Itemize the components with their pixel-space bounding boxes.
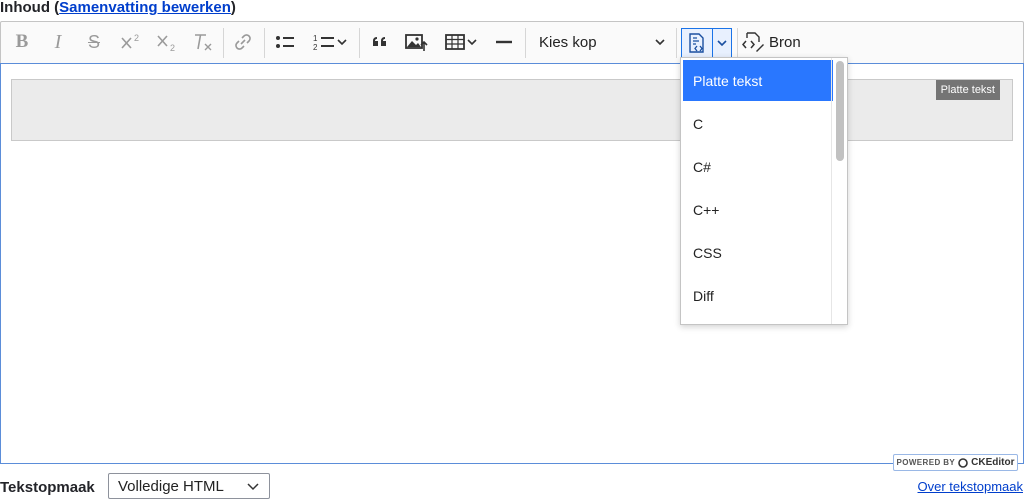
chevron-down-icon [717, 40, 727, 47]
toolbar-separator [223, 28, 224, 58]
editor-toolbar: B I S 2 2 1 2 Kies kop Bron [0, 21, 1024, 63]
superscript-button[interactable]: 2 [117, 27, 145, 57]
bold-icon: B [15, 31, 29, 52]
toolbar-separator [676, 28, 677, 58]
horizontal-line-icon [496, 40, 512, 44]
code-block-split-button [681, 28, 733, 58]
horizontal-line-button[interactable] [491, 27, 517, 57]
subscript-icon: 2 [157, 35, 175, 52]
insert-code-block-button[interactable] [681, 28, 713, 58]
code-language-option[interactable]: CSS [683, 232, 833, 273]
field-label-paren-open: ( [49, 0, 60, 16]
remove-format-button[interactable] [190, 27, 216, 57]
chevron-down-icon [337, 39, 347, 46]
ckeditor-brand-text: CKEditor [971, 457, 1015, 468]
chevron-down-icon [655, 39, 665, 46]
source-code-icon [742, 32, 764, 52]
code-language-dropdown-toggle[interactable] [713, 28, 732, 58]
heading-dropdown[interactable]: Kies kop [531, 27, 674, 57]
quote-icon [373, 37, 386, 46]
summary-edit-link[interactable]: Samenvatting bewerken [59, 0, 231, 16]
code-language-option[interactable]: C++ [683, 189, 833, 230]
text-format-select[interactable]: Volledige HTML [108, 473, 270, 499]
svg-text:2: 2 [170, 43, 175, 52]
toolbar-separator [737, 28, 738, 58]
svg-text:2: 2 [134, 33, 139, 43]
text-format-value: Volledige HTML [118, 477, 224, 495]
dropdown-scrollbar-track [831, 58, 832, 324]
powered-by-ckeditor-badge[interactable]: POWERED BY CKEditor [893, 454, 1018, 471]
numbered-list-button[interactable]: 1 2 [307, 27, 353, 57]
field-label-text: Inhoud [0, 0, 50, 16]
svg-text:1: 1 [313, 34, 318, 43]
strikethrough-icon: S [87, 31, 100, 52]
link-button[interactable] [230, 27, 256, 57]
bulleted-list-icon [276, 36, 294, 48]
source-button[interactable]: Bron [741, 27, 801, 57]
image-upload-icon [405, 34, 428, 51]
code-language-dropdown: Platte tekst C C# C++ CSS Diff [680, 57, 848, 325]
table-icon [445, 34, 465, 50]
chevron-down-icon [247, 483, 259, 491]
blockquote-button[interactable] [366, 27, 394, 57]
rich-text-editor: B I S 2 2 1 2 Kies kop Bron Platte tekst [0, 21, 1024, 464]
field-label-paren-close: ) [230, 0, 236, 16]
editor-content-area[interactable]: Platte tekst [0, 63, 1024, 464]
subscript-button[interactable]: 2 [153, 27, 181, 57]
chevron-down-icon [467, 39, 477, 46]
toolbar-separator [264, 28, 265, 58]
bulleted-list-button[interactable] [271, 27, 299, 57]
bold-button[interactable]: B [9, 27, 35, 57]
dropdown-scrollbar[interactable] [836, 61, 844, 161]
link-icon [235, 34, 251, 50]
code-language-option[interactable]: C# [683, 146, 833, 187]
insert-table-button[interactable] [438, 27, 484, 57]
italic-icon: I [54, 30, 62, 53]
svg-text:2: 2 [313, 43, 318, 52]
heading-dropdown-label: Kies kop [539, 33, 597, 51]
text-format-label: Tekstopmaak [0, 479, 95, 496]
code-block[interactable]: Platte tekst [11, 79, 1013, 141]
code-language-badge: Platte tekst [935, 80, 1000, 100]
code-language-option[interactable]: Diff [683, 275, 833, 316]
about-text-formats-link[interactable]: Over tekstopmaak [918, 479, 1024, 494]
strikethrough-button[interactable]: S [81, 27, 107, 57]
code-language-option[interactable]: Platte tekst [683, 60, 833, 101]
insert-image-button[interactable] [401, 27, 431, 57]
code-language-option[interactable]: C [683, 103, 833, 144]
ckeditor-logo-icon [958, 457, 968, 468]
numbered-list-icon: 1 2 [313, 34, 334, 52]
italic-button[interactable]: I [45, 27, 71, 57]
toolbar-separator [525, 28, 526, 58]
code-block-icon [689, 33, 704, 53]
remove-format-icon [195, 34, 212, 51]
field-label: Inhoud (Samenvatting bewerken) [0, 0, 236, 16]
toolbar-separator [359, 28, 360, 58]
powered-by-text: POWERED BY [896, 458, 956, 467]
superscript-icon: 2 [121, 33, 139, 49]
source-button-label: Bron [769, 33, 801, 51]
